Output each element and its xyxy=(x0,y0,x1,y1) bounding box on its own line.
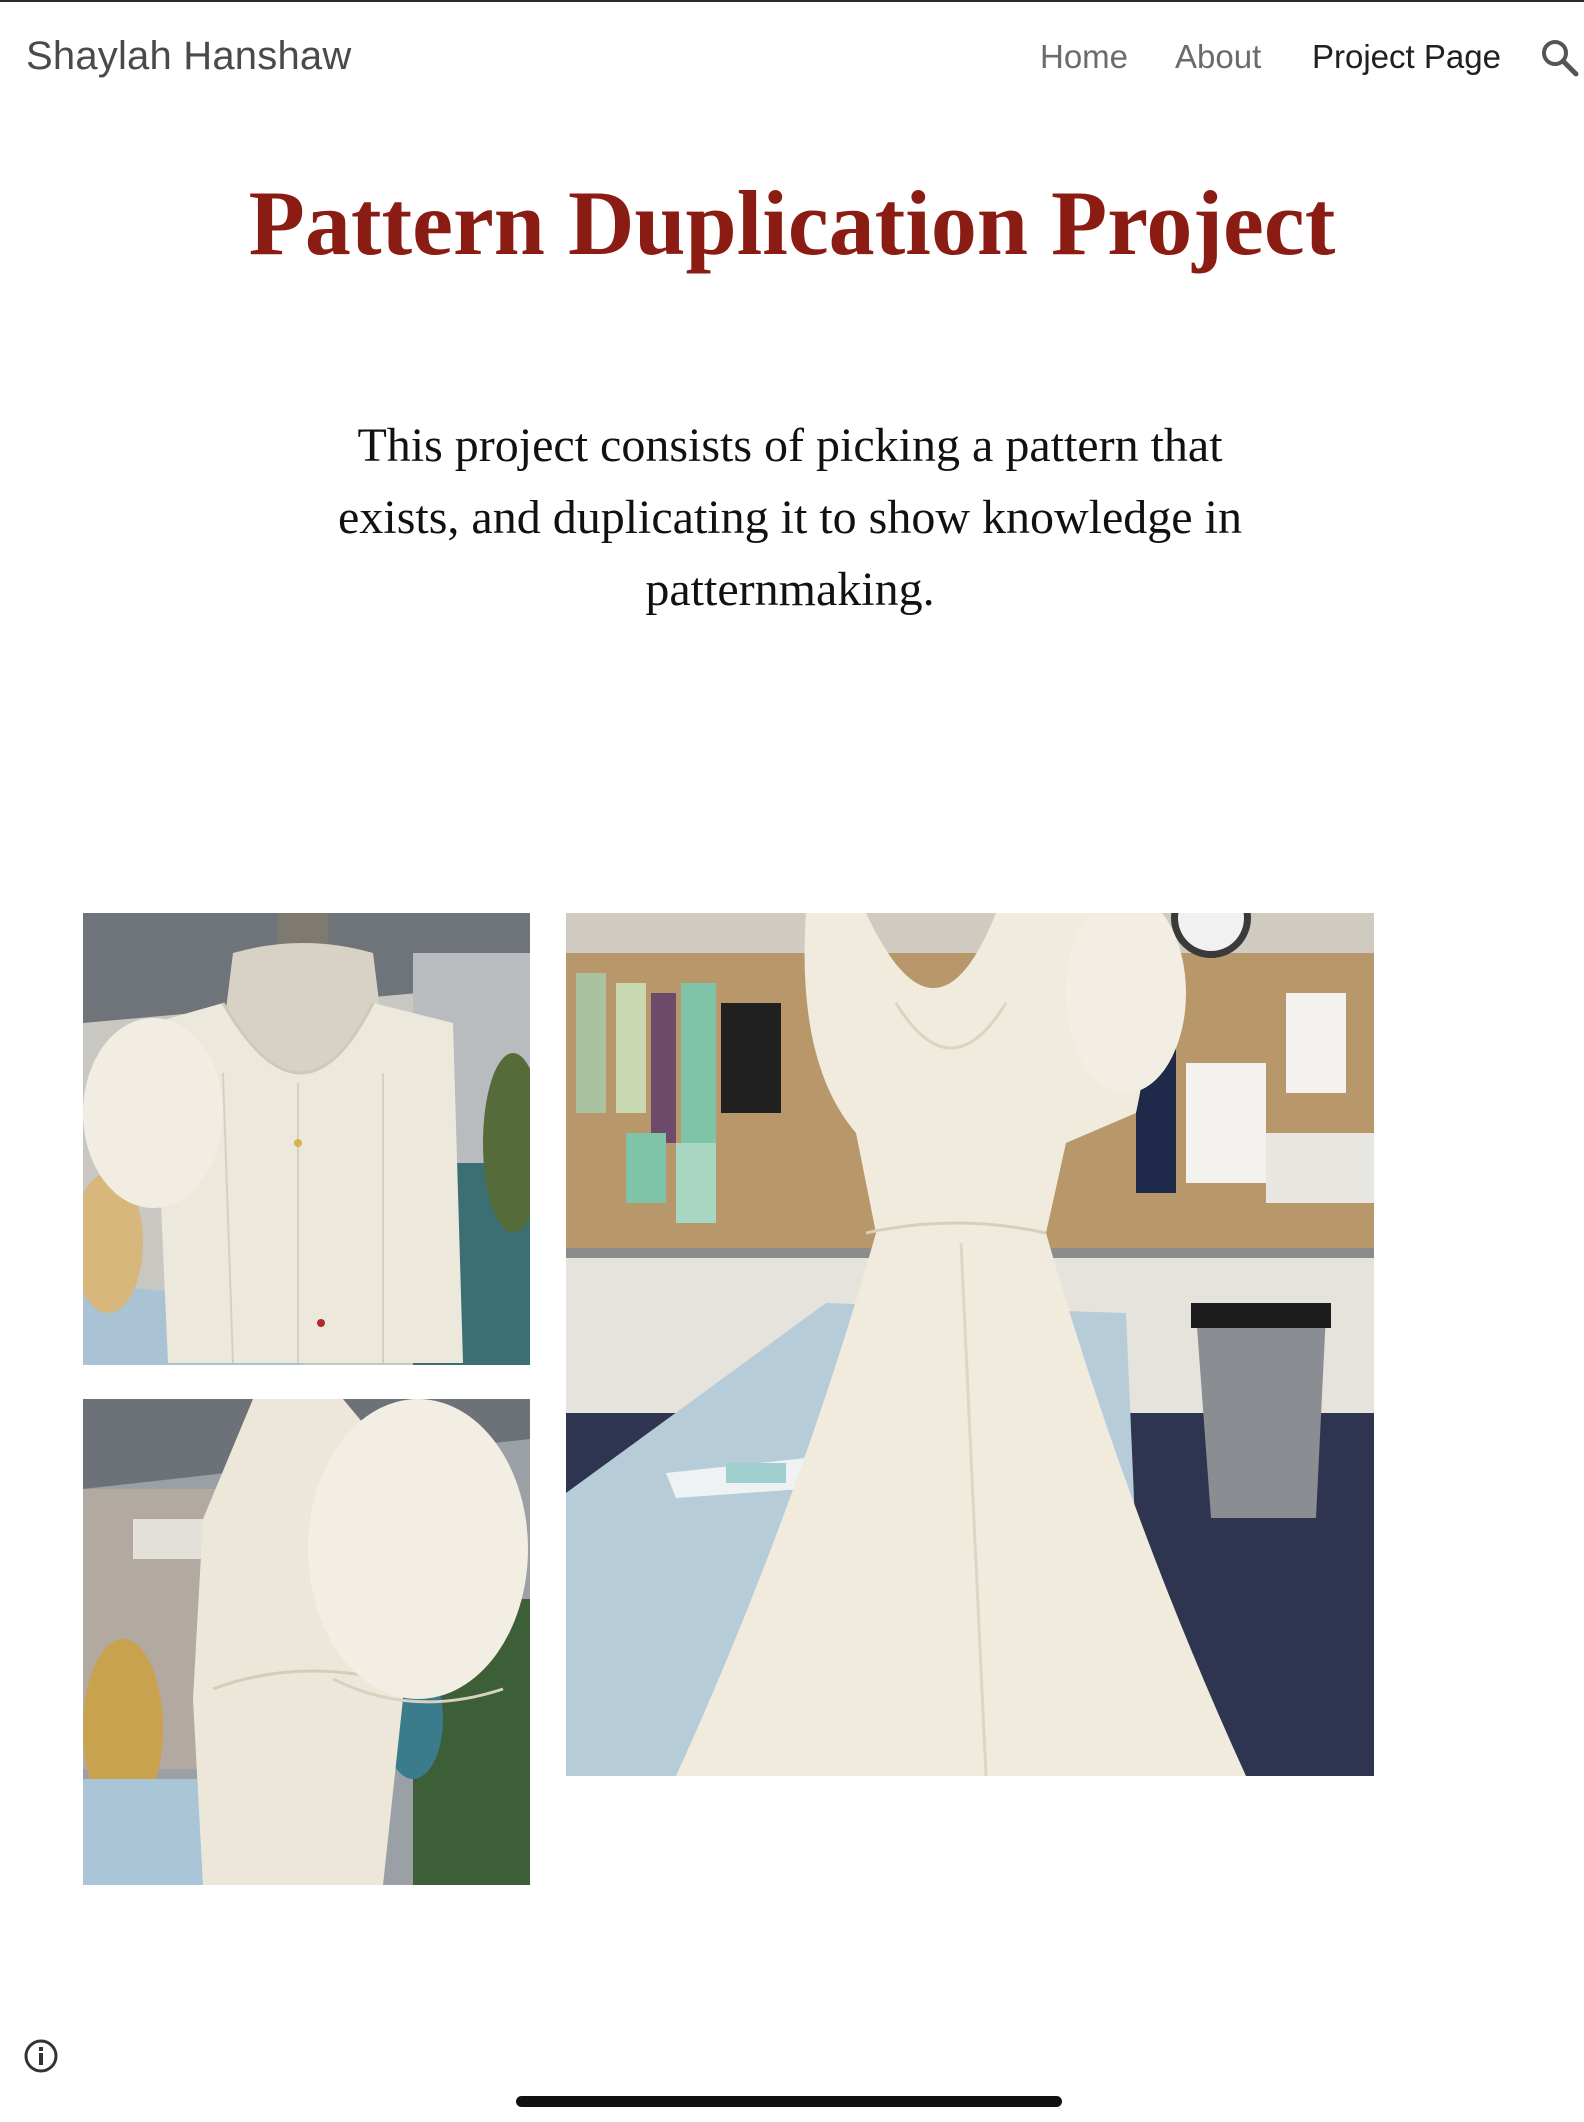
info-icon xyxy=(24,2039,58,2073)
intro-paragraph: This project consists of picking a patte… xyxy=(338,419,1242,616)
site-header: Shaylah Hanshaw Home About Project Page xyxy=(0,2,1584,112)
nav-about[interactable]: About xyxy=(1175,38,1261,76)
home-indicator[interactable] xyxy=(516,2096,1062,2107)
info-button[interactable] xyxy=(22,2037,60,2075)
search-button[interactable] xyxy=(1540,38,1580,78)
nav-home[interactable]: Home xyxy=(1040,38,1128,76)
search-icon xyxy=(1542,40,1579,77)
page-title: Pattern Duplication Project xyxy=(248,172,1336,274)
nav-project-page[interactable]: Project Page xyxy=(1312,38,1501,76)
site-title-link[interactable]: Shaylah Hanshaw xyxy=(26,34,351,79)
dress-side-view-photo[interactable] xyxy=(83,1399,530,1885)
dress-back-view-photo[interactable] xyxy=(83,913,530,1365)
dress-front-view-photo[interactable] xyxy=(566,913,1374,1776)
